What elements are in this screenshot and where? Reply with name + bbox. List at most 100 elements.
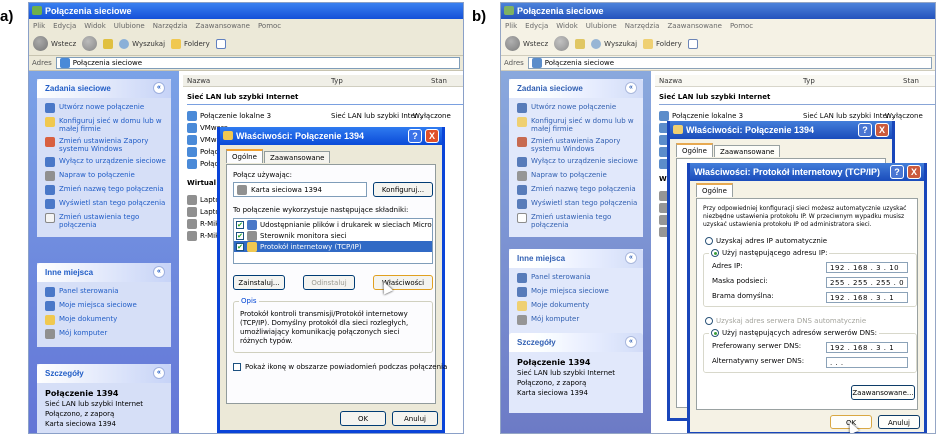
checkbox[interactable] (233, 363, 241, 371)
column-name[interactable]: Nazwa (659, 77, 682, 85)
panel-header[interactable]: Inne miejsca « (509, 249, 643, 268)
install-button[interactable]: Zainstaluj... (233, 275, 285, 290)
cancel-button[interactable]: Anuluj (392, 411, 438, 426)
search-button[interactable]: Wyszukaj (119, 38, 165, 49)
task-rename[interactable]: Zmień nazwę tego połączenia (517, 185, 638, 195)
place-network[interactable]: Moje miejsca sieciowe (517, 287, 638, 297)
panel-header[interactable]: Zadania sieciowe « (509, 79, 643, 98)
folder-up-icon[interactable] (575, 38, 586, 49)
close-button[interactable]: X (425, 129, 439, 143)
task-repair[interactable]: Napraw to połączenie (45, 171, 166, 181)
task-firewall[interactable]: Zmień ustawienia Zapory systemu Windows (45, 137, 166, 153)
menu-advanced[interactable]: Zaawansowane (195, 22, 250, 30)
views-icon[interactable] (215, 38, 226, 49)
task-home-network[interactable]: Konfiguruj sieć w domu lub w małej firmi… (517, 117, 638, 133)
task-rename[interactable]: Zmień nazwę tego połączenia (45, 185, 166, 195)
address-field[interactable]: Połączenia sieciowe (55, 57, 460, 69)
collapse-chevron-icon[interactable]: « (153, 82, 165, 94)
views-icon[interactable] (687, 38, 698, 49)
tab-general[interactable]: Ogólne (226, 149, 263, 163)
ip-address-field[interactable]: 192 . 168 . 3 . 10 (826, 262, 908, 273)
place-documents[interactable]: Moje dokumenty (517, 301, 638, 311)
tab-advanced[interactable]: Zaawansowane (263, 151, 331, 163)
menu-favorites[interactable]: Ulubione (114, 22, 145, 30)
list-item[interactable]: Połączenie lokalne 3 Sieć LAN lub szybki … (659, 111, 935, 121)
show-icon-option[interactable]: Pokaż ikonę w obszarze powiadomień podcz… (233, 363, 447, 371)
menu-view[interactable]: Widok (84, 22, 106, 30)
collapse-chevron-icon[interactable]: « (153, 367, 165, 379)
subnet-mask-field[interactable]: 255 . 255 . 255 . 0 (826, 277, 908, 288)
task-status[interactable]: Wyświetl stan tego połączenia (517, 199, 638, 209)
tab-advanced[interactable]: Zaawansowane (713, 145, 781, 157)
menu-edit[interactable]: Edycja (525, 22, 548, 30)
panel-header[interactable]: Inne miejsca « (37, 263, 171, 282)
advanced-button[interactable]: Zaawansowane... (851, 385, 915, 400)
task-new-connection[interactable]: Utwórz nowe połączenie (517, 103, 638, 113)
collapse-chevron-icon[interactable]: « (625, 252, 637, 264)
place-control-panel[interactable]: Panel sterowania (45, 287, 166, 297)
menu-file[interactable]: Plik (505, 22, 517, 30)
list-item[interactable]: ✔ Protokół internetowy (TCP/IP) (234, 241, 432, 252)
list-item[interactable]: Połączenie lokalne 3 Sieć LAN lub szybki … (187, 111, 463, 121)
list-item[interactable]: ✔ Sterownik monitora sieci (234, 230, 432, 241)
help-button[interactable]: ? (890, 165, 904, 179)
menu-tools[interactable]: Narzędzia (153, 22, 188, 30)
column-type[interactable]: Typ (331, 77, 343, 85)
components-list[interactable]: ✔ Udostępnianie plików i drukarek w sieci… (233, 218, 433, 264)
back-button[interactable]: Wstecz (505, 36, 548, 51)
column-name[interactable]: Nazwa (187, 77, 210, 85)
task-home-network[interactable]: Konfiguruj sieć w domu lub w małej firmi… (45, 117, 166, 133)
cancel-button[interactable]: Anuluj (878, 415, 920, 429)
radio[interactable] (711, 329, 719, 337)
ok-button[interactable]: OK (340, 411, 386, 426)
task-firewall[interactable]: Zmień ustawienia Zapory systemu Windows (517, 137, 638, 153)
manual-dns-option[interactable]: Użyj następujących adresów serwerów DNS: (709, 329, 880, 337)
menu-advanced[interactable]: Zaawansowane (667, 22, 722, 30)
collapse-chevron-icon[interactable]: « (625, 336, 637, 348)
task-status[interactable]: Wyświetl stan tego połączenia (45, 199, 166, 209)
help-button[interactable]: ? (408, 129, 422, 143)
tab-general[interactable]: Ogólne (676, 143, 713, 157)
list-item[interactable]: ✔ Udostępnianie plików i drukarek w sieci… (234, 219, 432, 230)
radio[interactable] (705, 237, 713, 245)
radio[interactable] (705, 317, 713, 325)
panel-header[interactable]: Zadania sieciowe « (37, 79, 171, 98)
panel-header[interactable]: Szczegóły « (509, 333, 643, 352)
panel-header[interactable]: Szczegóły « (37, 364, 171, 383)
forward-button[interactable] (82, 36, 98, 51)
folders-button[interactable]: Foldery (171, 38, 210, 49)
menu-file[interactable]: Plik (33, 22, 45, 30)
place-computer[interactable]: Mój komputer (517, 315, 638, 325)
dns1-field[interactable]: 192 . 168 . 3 . 1 (826, 342, 908, 353)
radio[interactable] (711, 249, 719, 257)
task-settings[interactable]: Zmień ustawienia tego połączenia (517, 213, 638, 229)
menu-view[interactable]: Widok (556, 22, 578, 30)
folders-button[interactable]: Foldery (643, 38, 682, 49)
place-computer[interactable]: Mój komputer (45, 329, 166, 339)
task-new-connection[interactable]: Utwórz nowe połączenie (45, 103, 166, 113)
back-button[interactable]: Wstecz (33, 36, 76, 51)
address-field[interactable]: Połączenia sieciowe (527, 57, 932, 69)
close-button[interactable]: X (875, 123, 889, 137)
checkbox[interactable]: ✔ (236, 242, 244, 251)
collapse-chevron-icon[interactable]: « (625, 82, 637, 94)
search-button[interactable]: Wyszukaj (591, 38, 637, 49)
menu-help[interactable]: Pomoc (258, 22, 281, 30)
task-disable-device[interactable]: Wyłącz to urządzenie sieciowe (517, 157, 638, 167)
task-settings[interactable]: Zmień ustawienia tego połączenia (45, 213, 166, 229)
close-button[interactable]: X (907, 165, 921, 179)
column-type[interactable]: Typ (803, 77, 815, 85)
forward-button[interactable] (554, 36, 570, 51)
collapse-chevron-icon[interactable]: « (153, 266, 165, 278)
tab-general[interactable]: Ogólne (696, 183, 733, 197)
menu-tools[interactable]: Narzędzia (625, 22, 660, 30)
menu-favorites[interactable]: Ulubione (586, 22, 617, 30)
task-disable-device[interactable]: Wyłącz to urządzenie sieciowe (45, 157, 166, 167)
configure-button[interactable]: Konfiguruj... (373, 182, 433, 197)
gateway-field[interactable]: 192 . 168 . 3 . 1 (826, 292, 908, 303)
place-documents[interactable]: Moje dokumenty (45, 315, 166, 325)
list-item[interactable]: R-Mik (187, 231, 219, 241)
task-repair[interactable]: Napraw to połączenie (517, 171, 638, 181)
auto-ip-option[interactable]: Uzyskaj adres IP automatycznie (705, 237, 827, 245)
checkbox[interactable]: ✔ (236, 231, 244, 240)
